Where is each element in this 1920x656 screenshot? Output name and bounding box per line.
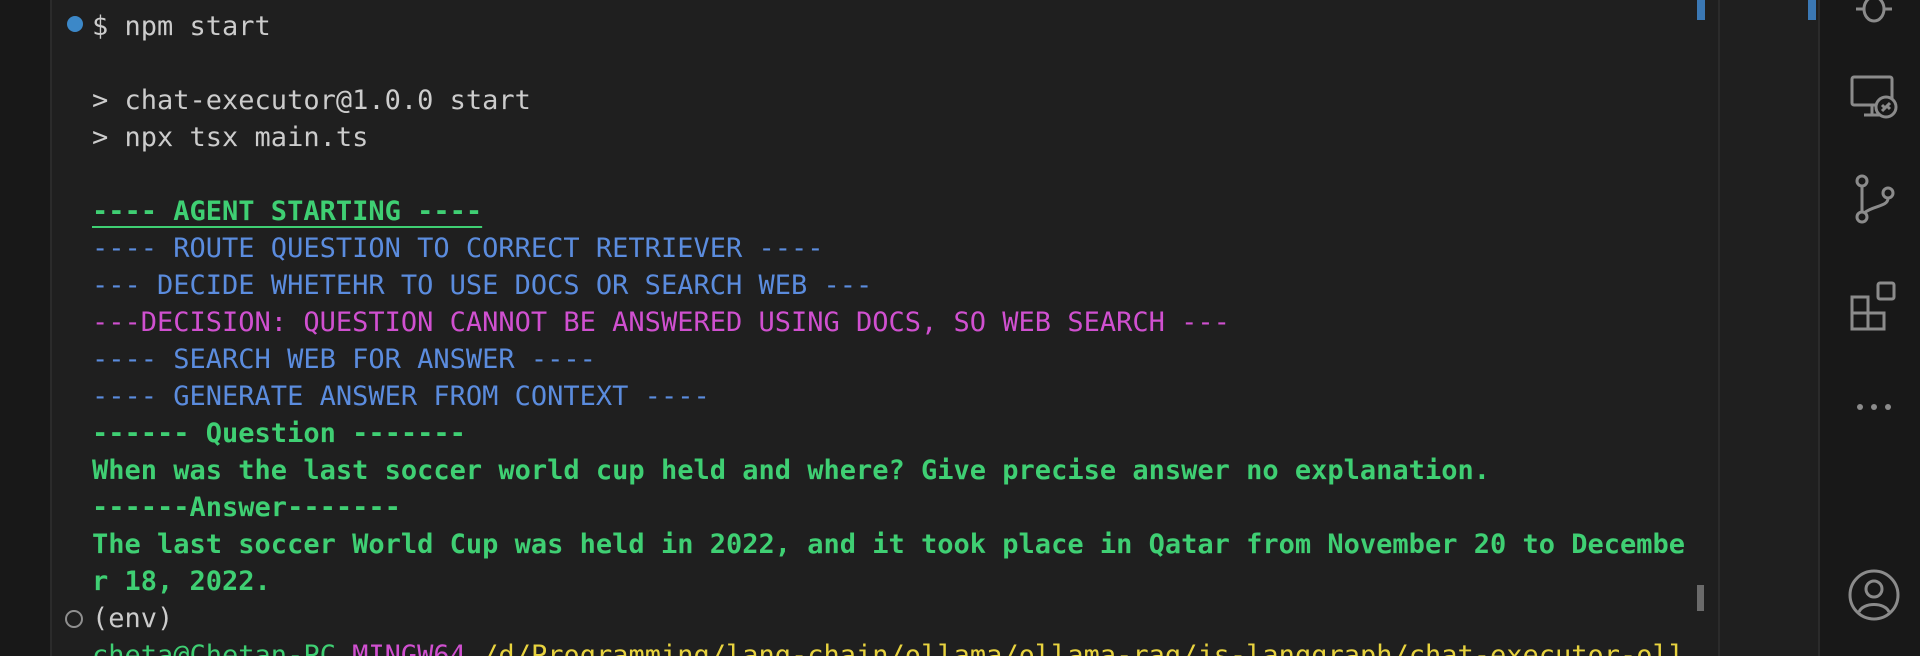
shell-prompt-line: cheta@Chetan-PC MINGW64 /d/Programming/l…: [92, 637, 1685, 656]
answer-text-line: r 18, 2022.: [92, 566, 271, 597]
overview-ruler-marker: [1808, 0, 1816, 20]
prompt-shell: MINGW64: [352, 640, 466, 656]
scrollbar-thumb[interactable]: [1697, 585, 1704, 611]
terminal-command-line: $ npm start: [92, 11, 271, 42]
terminal-output-line: > npx tsx main.ts: [92, 122, 369, 153]
decision-line: ---DECISION: QUESTION CANNOT BE ANSWERED…: [92, 307, 1230, 338]
generate-line: ---- GENERATE ANSWER FROM CONTEXT ----: [92, 381, 710, 412]
route-line: ---- ROUTE QUESTION TO CORRECT RETRIEVER…: [92, 233, 824, 264]
env-line: (env): [92, 603, 174, 634]
terminal-output-line: > chat-executor@1.0.0 start: [92, 85, 531, 116]
account-icon[interactable]: [1847, 568, 1901, 622]
agent-start-line: ---- AGENT STARTING ----: [92, 196, 483, 227]
scrollbar-position-marker: [1697, 0, 1705, 20]
prompt-user: cheta@Chetan-PC: [92, 640, 336, 656]
question-text-line: When was the last soccer world cup held …: [92, 455, 1490, 486]
question-header-line: ------ Question -------: [92, 418, 466, 449]
command-decoration-pending-icon[interactable]: [65, 610, 83, 628]
source-control-icon[interactable]: [1847, 172, 1901, 226]
search-web-line: ---- SEARCH WEB FOR ANSWER ----: [92, 344, 596, 375]
terminal-panel[interactable]: $ npm start > chat-executor@1.0.0 start …: [52, 0, 1700, 656]
prompt-path: /d/Programming/lang-chain/ollama/ollama-…: [482, 640, 1686, 656]
extensions-icon[interactable]: [1847, 278, 1901, 332]
decide-line: --- DECIDE WHETEHR TO USE DOCS OR SEARCH…: [92, 270, 873, 301]
side-panel-gap: [1720, 0, 1818, 656]
debug-icon[interactable]: [1847, 0, 1901, 32]
answer-header-line: ------Answer-------: [92, 492, 401, 523]
terminal-scrollbar[interactable]: [1700, 0, 1718, 656]
activity-bar: [1818, 0, 1920, 656]
remote-explorer-icon[interactable]: [1847, 70, 1901, 124]
editor-left-gutter: [0, 0, 52, 656]
command-decoration-success-icon[interactable]: [67, 16, 83, 32]
more-icon[interactable]: [1847, 380, 1901, 434]
answer-text-line: The last soccer World Cup was held in 20…: [92, 529, 1686, 560]
